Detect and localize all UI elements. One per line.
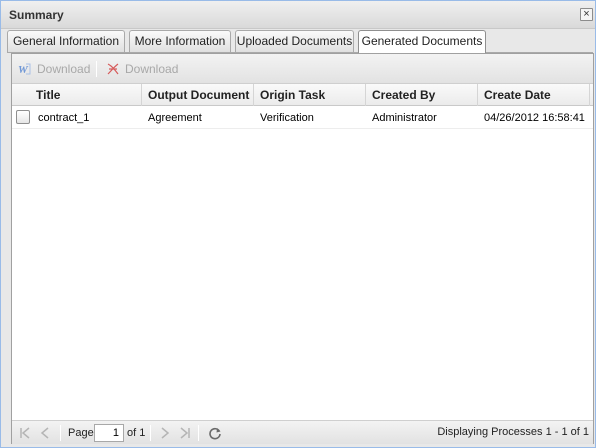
tab-general-information[interactable]: General Information <box>7 30 125 52</box>
tab-strip: General Information More Information Upl… <box>7 30 593 53</box>
download-word-label: Download <box>37 62 91 76</box>
toolbar-separator <box>96 61 97 77</box>
column-header-output-document[interactable]: Output Document <box>142 84 254 106</box>
download-pdf-button[interactable]: Download <box>106 61 178 77</box>
cell-origin-task: Verification <box>260 112 314 124</box>
page-count-label: of 1 <box>127 427 146 439</box>
tab-uploaded-documents[interactable]: Uploaded Documents <box>235 30 354 52</box>
column-header-create-date[interactable]: Create Date <box>478 84 590 106</box>
pager-separator <box>198 425 199 441</box>
row-checkbox[interactable] <box>16 110 30 124</box>
window-title: Summary <box>9 8 64 22</box>
tab-generated-documents[interactable]: Generated Documents <box>358 30 486 53</box>
pager-separator <box>60 425 61 441</box>
word-doc-icon: W <box>18 63 31 76</box>
table-row[interactable]: contract_1 Agreement Verification Admini… <box>12 107 593 129</box>
generated-documents-panel: W Download Download Title Output Documen… <box>11 53 594 444</box>
pager-separator <box>150 425 151 441</box>
paging-toolbar: Page of 1 Displaying Processes 1 - 1 of … <box>12 420 593 444</box>
grid-header: Title Output Document Origin Task Create… <box>12 84 593 106</box>
next-page-icon[interactable] <box>158 426 172 440</box>
last-page-icon[interactable] <box>178 426 192 440</box>
close-icon[interactable]: × <box>580 8 593 21</box>
column-header-title[interactable]: Title <box>12 84 142 106</box>
page-number-input[interactable] <box>94 424 124 442</box>
refresh-icon[interactable] <box>208 426 222 440</box>
summary-window: Summary × General Information More Infor… <box>0 0 596 448</box>
window-body: General Information More Information Upl… <box>1 29 595 447</box>
cell-created-by: Administrator <box>372 112 437 124</box>
toolbar: W Download Download <box>12 54 593 84</box>
pdf-doc-icon <box>107 63 119 75</box>
column-header-created-by[interactable]: Created By <box>366 84 478 106</box>
cell-create-date: 04/26/2012 16:58:41 <box>484 112 585 124</box>
page-label: Page <box>68 427 94 439</box>
previous-page-icon[interactable] <box>38 426 52 440</box>
window-titlebar[interactable]: Summary × <box>1 1 595 29</box>
cell-output-document: Agreement <box>148 112 202 124</box>
tab-more-information[interactable]: More Information <box>129 30 231 52</box>
download-word-button[interactable]: W Download <box>18 61 90 77</box>
column-header-origin-task[interactable]: Origin Task <box>254 84 366 106</box>
first-page-icon[interactable] <box>18 426 32 440</box>
cell-title: contract_1 <box>38 112 90 124</box>
paging-status: Displaying Processes 1 - 1 of 1 <box>437 426 589 438</box>
download-pdf-label: Download <box>125 62 179 76</box>
